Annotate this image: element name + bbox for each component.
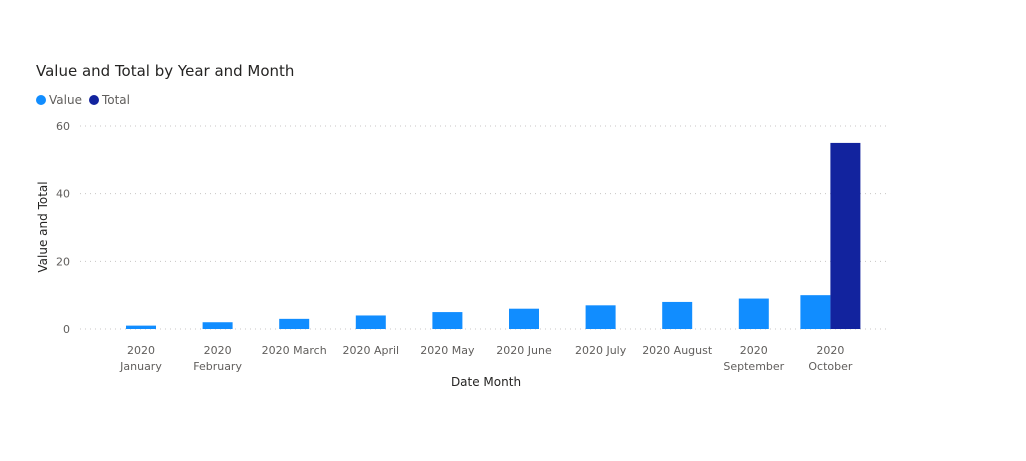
x-tick-label: 2020 October [808, 344, 852, 373]
x-tick-label: 2020 August [642, 344, 713, 357]
x-tick-label: 2020 February [193, 344, 242, 373]
bar-value[interactable] [509, 308, 539, 329]
x-tick-label: 2020 January [119, 344, 162, 373]
x-tick-label: 2020 April [342, 344, 399, 357]
bars [126, 142, 861, 329]
bar-value[interactable] [432, 312, 463, 329]
y-tick-label: 0 [63, 323, 70, 336]
x-tick-label: 2020 September [723, 344, 784, 373]
bar-value[interactable] [585, 305, 616, 329]
y-axis-title: Value and Total [36, 181, 50, 272]
bar-value[interactable] [202, 322, 233, 329]
bar-value[interactable] [662, 301, 693, 329]
x-tick-label: 2020 July [575, 344, 627, 357]
bar-value[interactable] [126, 325, 156, 329]
x-axis-title: Date Month [451, 375, 521, 389]
bar-value[interactable] [279, 318, 310, 329]
x-tick-label: 2020 May [420, 344, 475, 357]
y-tick-labels: 0 20 40 60 [56, 120, 70, 336]
chart-visual: Value and Total by Year and Month Value … [0, 0, 1026, 461]
x-tick-label: 2020 June [496, 344, 552, 357]
bar-value[interactable] [738, 298, 769, 329]
x-tick-label: 2020 March [262, 344, 327, 357]
x-tick-labels: 2020 January 2020 February 2020 March 2020 Ap… [119, 344, 853, 373]
chart-plot: 0 20 40 60 2020 January 2020 February 2020 Marc… [36, 120, 890, 389]
bar-value[interactable] [355, 315, 386, 329]
y-tick-label: 20 [56, 255, 70, 268]
bar-value[interactable] [800, 295, 831, 329]
y-tick-label: 60 [56, 120, 70, 133]
bar-total[interactable] [830, 142, 861, 329]
y-tick-label: 40 [56, 188, 70, 201]
